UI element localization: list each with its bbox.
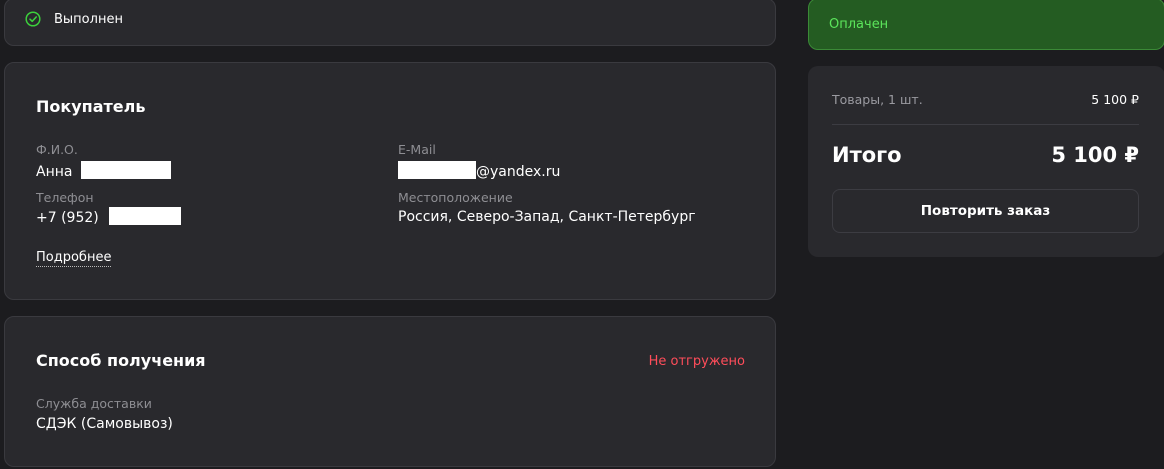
email-value: @yandex.ru (398, 161, 560, 180)
buyer-title: Покупатель (36, 97, 146, 116)
total-label: Итого (832, 143, 902, 167)
email-text: @yandex.ru (476, 164, 561, 180)
total-amount: 5 100 ₽ (1051, 143, 1139, 167)
order-status-card: Выполнен (4, 0, 776, 46)
items-label: Товары, 1 шт. (832, 92, 923, 107)
delivery-service-label: Служба доставки (36, 396, 152, 411)
delivery-title: Способ получения (36, 351, 206, 370)
email-redaction (398, 161, 476, 179)
items-amount: 5 100 ₽ (1091, 92, 1139, 107)
email-label: E-Mail (398, 142, 436, 157)
order-summary-card: Товары, 1 шт. 5 100 ₽ Итого 5 100 ₽ Повт… (808, 66, 1164, 257)
order-status: Выполнен (25, 11, 123, 27)
location-label: Местоположение (398, 190, 513, 205)
phone-value: +7 (952) (36, 207, 182, 226)
name-redaction (80, 161, 171, 179)
phone-label: Телефон (36, 190, 94, 205)
more-details-link[interactable]: Подробнее (36, 250, 112, 267)
buyer-card: Покупатель Ф.И.О. Анна Телефон +7 (952) … (4, 62, 776, 300)
repeat-order-button[interactable]: Повторить заказ (832, 189, 1139, 233)
order-status-label: Выполнен (54, 11, 123, 27)
check-circle-icon (25, 11, 41, 27)
summary-divider (832, 124, 1139, 125)
name-value: Анна (36, 161, 171, 180)
phone-text: +7 (952) (36, 210, 99, 226)
shipment-status: Не отгружено (648, 354, 745, 369)
name-label: Ф.И.О. (36, 142, 78, 157)
phone-redaction (109, 207, 182, 225)
payment-status: Оплачен (829, 17, 889, 32)
delivery-service-value: СДЭК (Самовывоз) (36, 416, 173, 432)
payment-status-card: Оплачен (808, 0, 1164, 50)
name-text: Анна (36, 164, 73, 180)
location-value: Россия, Северо-Запад, Санкт-Петербург (398, 209, 696, 225)
delivery-card: Способ получения Не отгружено Служба дос… (4, 316, 776, 467)
